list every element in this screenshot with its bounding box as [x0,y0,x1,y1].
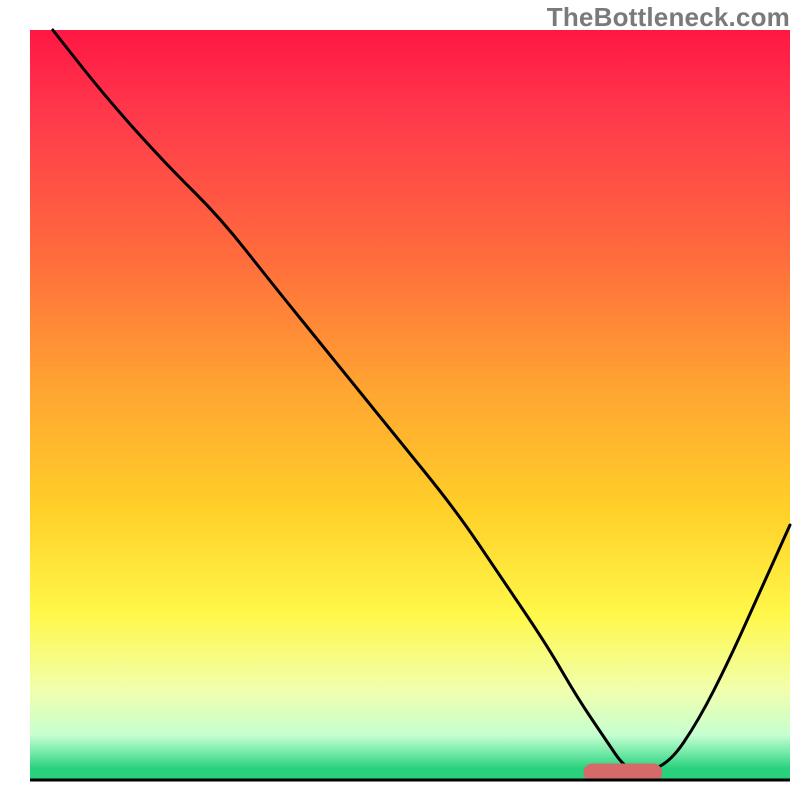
watermark-text: TheBottleneck.com [547,2,790,33]
chart-stage: TheBottleneck.com [0,0,800,800]
bottleneck-chart [0,0,800,800]
plot-background [30,30,790,780]
